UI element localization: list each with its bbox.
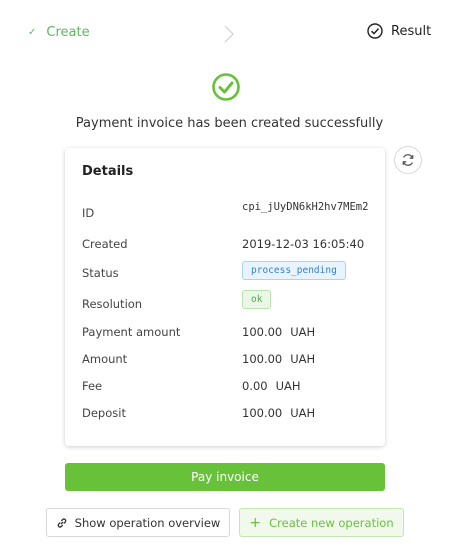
amount-value: 0.00 (242, 379, 268, 393)
step-result[interactable]: Result (367, 23, 431, 39)
check-circle-small-icon (367, 23, 383, 39)
check-circle-icon (212, 73, 240, 101)
step-create-label: Create (46, 25, 90, 40)
create-new-label: Create new operation (269, 515, 394, 530)
link-icon (57, 517, 66, 528)
overview-label: Show operation overview (74, 515, 221, 530)
detail-value-id: cpi_jUyDN6kH2hv7MEm2 (242, 201, 369, 213)
detail-label: Resolution (82, 297, 143, 311)
success-message: Payment invoice has been created success… (75, 116, 384, 131)
detail-label: Payment amount (82, 325, 181, 339)
detail-label: Status (82, 266, 119, 280)
detail-label: Deposit (82, 406, 126, 420)
card-title: Details (82, 164, 134, 179)
details-card: Details ID cpi_jUyDN6kH2hv7MEm2 Created … (65, 148, 385, 446)
create-new-operation-button[interactable]: + Create new operation (239, 508, 404, 537)
show-operation-overview-button[interactable]: Show operation overview (46, 508, 230, 537)
detail-label: ID (82, 206, 95, 220)
detail-label: Fee (82, 379, 103, 393)
amount-value: 100.00 (242, 406, 283, 420)
currency: UAH (290, 352, 316, 366)
amount-value: 100.00 (242, 325, 283, 339)
refresh-icon (402, 154, 414, 166)
detail-label: Amount (82, 352, 128, 366)
currency: UAH (290, 406, 316, 420)
amount-value: 100.00 (242, 352, 283, 366)
status-badge: process_pending (242, 261, 346, 280)
detail-value-created: 2019-12-03 16:05:40 (242, 237, 365, 251)
chevron-right-icon (224, 25, 234, 43)
refresh-button[interactable] (394, 146, 422, 174)
resolution-badge: ok (242, 290, 272, 309)
check-icon: ✓ (28, 27, 37, 38)
currency: UAH (275, 379, 301, 393)
step-create[interactable]: ✓ Create (28, 25, 90, 40)
plus-icon: + (249, 514, 262, 531)
currency: UAH (290, 325, 316, 339)
pay-invoice-button[interactable]: Pay invoice (65, 463, 385, 491)
detail-label: Created (82, 237, 128, 251)
steps-bar: ✓ Create Result (0, 22, 459, 46)
step-result-label: Result (391, 23, 432, 39)
